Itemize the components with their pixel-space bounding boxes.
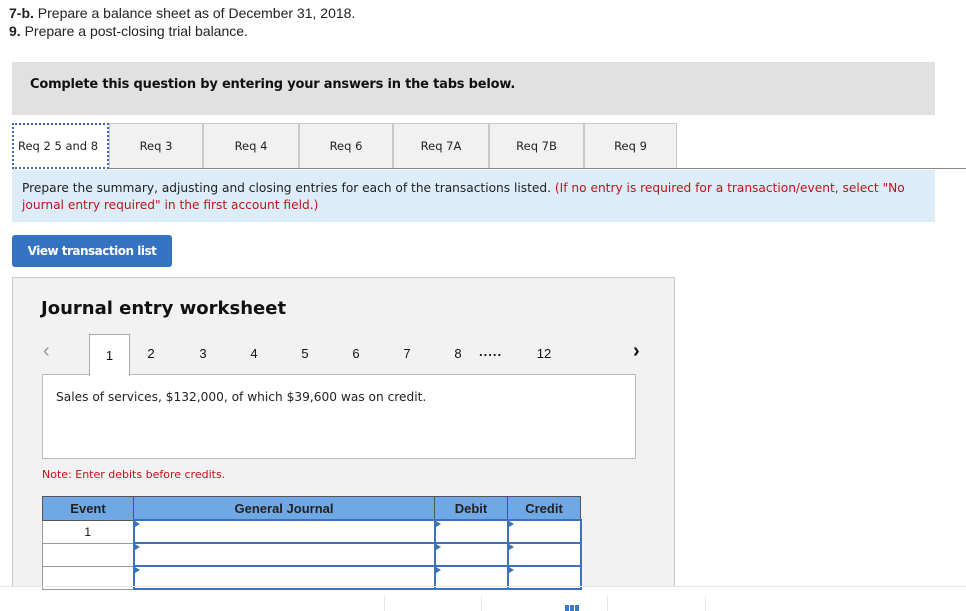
pager-ellipsis: ..... (479, 344, 503, 359)
table-row (42, 542, 582, 567)
tab-req-7a[interactable]: Req 7A (393, 123, 489, 168)
tab-req-3[interactable]: Req 3 (109, 123, 203, 168)
instruction-prefix: 7-b. (9, 5, 34, 21)
debits-note: Note: Enter debits before credits. (42, 468, 226, 481)
header-event: Event (42, 496, 134, 521)
chevron-right-icon[interactable]: › (633, 340, 640, 363)
page-tab-2[interactable]: 2 (131, 334, 171, 373)
transaction-description: Sales of services, $132,000, of which $3… (56, 390, 427, 404)
credit-input[interactable] (506, 519, 582, 544)
tab-req-2-5-8[interactable]: Req 2 5 and 8 (12, 123, 109, 169)
page-tab-7[interactable]: 7 (387, 334, 427, 373)
instruction-line-9: 9. Prepare a post-closing trial balance. (9, 23, 248, 39)
tab-baseline (12, 168, 966, 169)
event-cell: 1 (42, 519, 134, 544)
transaction-description-box: Sales of services, $132,000, of which $3… (42, 374, 636, 459)
page-tab-1[interactable]: 1 (89, 334, 130, 376)
footer-separator (384, 596, 385, 611)
account-input[interactable] (132, 519, 436, 544)
page-tab-4[interactable]: 4 (234, 334, 274, 373)
instruction-line-7b: 7-b. Prepare a balance sheet as of Decem… (9, 5, 355, 21)
requirement-tabs: Req 2 5 and 8 Req 3 Req 4 Req 6 Req 7A R… (12, 123, 966, 169)
page-tab-12[interactable]: 12 (524, 334, 564, 373)
tab-req-9[interactable]: Req 9 (584, 123, 677, 168)
page-tab-6[interactable]: 6 (336, 334, 376, 373)
header-debit: Debit (434, 496, 508, 521)
header-credit: Credit (507, 496, 581, 521)
banner-text: Complete this question by entering your … (30, 77, 516, 92)
page-tab-3[interactable]: 3 (183, 334, 223, 373)
chevron-left-icon[interactable]: ‹ (43, 340, 50, 363)
tab-req-7b[interactable]: Req 7B (489, 123, 584, 168)
journal-table: Event General Journal Debit Credit 1 (42, 496, 582, 590)
instruction-text: Prepare a post-closing trial balance. (20, 23, 248, 39)
event-cell (42, 542, 134, 567)
instruction-text: Prepare a balance sheet as of December 3… (33, 5, 356, 21)
question-banner: Complete this question by entering your … (12, 62, 935, 115)
footer-separator (607, 596, 608, 611)
directions-text: Prepare the summary, adjusting and closi… (22, 181, 555, 195)
debit-input[interactable] (433, 542, 509, 567)
header-general-journal: General Journal (133, 496, 435, 521)
journal-entry-worksheet: Journal entry worksheet ‹ 1 2 3 4 5 6 7 … (12, 277, 675, 590)
account-input[interactable] (132, 542, 436, 567)
debit-input[interactable] (433, 519, 509, 544)
credit-input[interactable] (506, 542, 582, 567)
table-header-row: Event General Journal Debit Credit (42, 496, 581, 521)
page-tab-5[interactable]: 5 (285, 334, 325, 373)
footer-separator (705, 596, 706, 611)
footer-separator (481, 596, 482, 611)
table-row: 1 (42, 519, 582, 544)
directions-panel: Prepare the summary, adjusting and closi… (12, 170, 935, 222)
page-tab-8[interactable]: 8 (438, 334, 478, 373)
instruction-prefix: 9. (9, 23, 21, 39)
tab-req-6[interactable]: Req 6 (299, 123, 393, 168)
worksheet-title: Journal entry worksheet (41, 298, 287, 319)
grid-icon[interactable] (565, 605, 569, 611)
footer-divider (0, 586, 966, 587)
view-transaction-list-button[interactable]: View transaction list (12, 235, 172, 267)
tab-req-4[interactable]: Req 4 (203, 123, 299, 168)
